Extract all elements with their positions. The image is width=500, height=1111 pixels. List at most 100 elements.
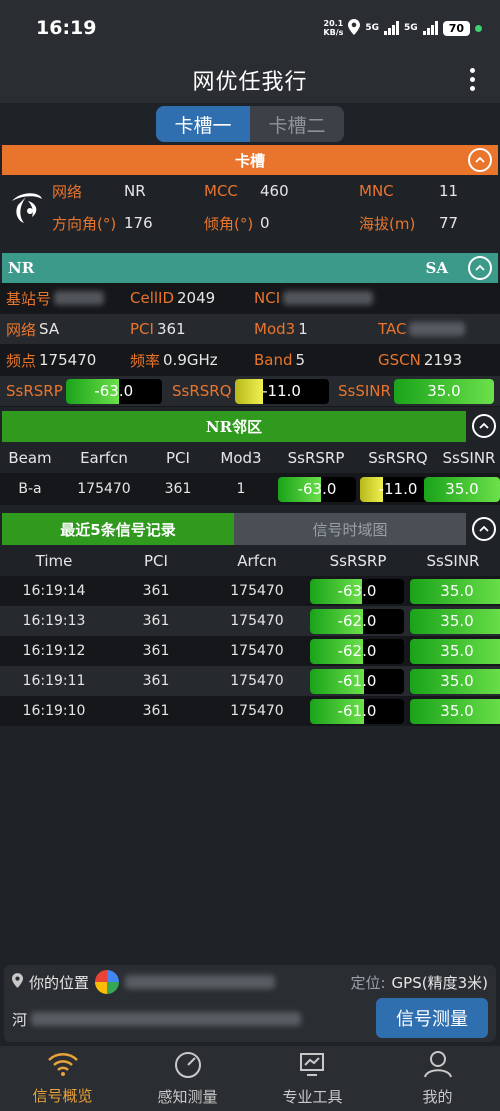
record-row[interactable]: 16:19:14 361 175470 -63.0 35.0 <box>0 576 500 606</box>
tab-sim2[interactable]: 卡槽二 <box>250 106 344 142</box>
card-section-title: 卡槽 <box>234 151 265 170</box>
earfcn-value: 175470 <box>39 351 97 369</box>
rsrq-meter: -11.0 <box>234 378 329 404</box>
record-sinr-value: 35.0 <box>440 582 474 600</box>
record-rsrp-value: -61.0 <box>337 672 377 690</box>
neighbor-rsrp-value: -63.0 <box>297 480 337 498</box>
network-type-1: 5G <box>365 23 380 33</box>
tab-sim1[interactable]: 卡槽一 <box>156 106 250 142</box>
neighbor-pci: 361 <box>164 481 192 497</box>
record-time: 16:19:13 <box>22 613 86 629</box>
col-time: Time <box>35 551 73 570</box>
position-label: 定位: <box>350 973 386 992</box>
nci-label: NCI <box>254 289 281 307</box>
col-arfcn: Arfcn <box>237 551 277 570</box>
record-rsrp-value: -63.0 <box>337 582 377 600</box>
record-rsrp-meter: -61.0 <box>310 668 404 694</box>
signal-bars-icon <box>384 21 400 35</box>
neighbor-row[interactable]: B-a 175470 361 1 -63.0 -11.0 35.0 <box>0 473 500 505</box>
record-arfcn: 175470 <box>230 583 284 599</box>
neighbor-sinr-value: 35.0 <box>445 480 479 498</box>
collapse-nr-icon[interactable] <box>468 256 492 280</box>
status-bar: 16:19 20.1 KB/s 5G 5G 70 <box>0 0 500 56</box>
record-row[interactable]: 16:19:10 361 175470 -61.0 35.0 <box>0 696 500 726</box>
location-pin-icon <box>348 18 361 38</box>
card-section-header: 卡槽 <box>2 145 498 175</box>
mod3-label: Mod3 <box>254 320 296 338</box>
collapse-neighbors-icon[interactable] <box>472 414 496 438</box>
record-pci: 361 <box>142 703 170 719</box>
record-arfcn: 175470 <box>230 613 284 629</box>
address-redacted <box>31 1012 302 1026</box>
station-value-redacted <box>54 291 105 305</box>
location-panel: 你的位置 定位: GPS(精度3米) 河 信号测量 <box>4 965 496 1042</box>
band-value: 5 <box>295 351 306 369</box>
record-rsrp-meter: -62.0 <box>310 608 404 634</box>
nr-row-ids: 基站号 CellID 2049 NCI <box>0 283 500 314</box>
carrier-info: 网络 NR MCC 460 MNC 11 方向角(°) 176 倾角(°) 0 … <box>0 175 500 239</box>
neighbors-table-header: Beam Earfcn PCI Mod3 SsRSRP SsRSRQ SsSIN… <box>0 442 500 473</box>
record-sinr-meter: 35.0 <box>410 638 500 664</box>
network-value: NR <box>124 182 146 200</box>
nci-value-redacted <box>283 291 374 305</box>
battery-icon: 70 <box>442 20 470 36</box>
collapse-records-icon[interactable] <box>472 517 496 541</box>
tac-label: TAC <box>378 320 407 338</box>
nav-signal-overview[interactable]: 信号概览 <box>0 1046 125 1111</box>
tab-recent-records[interactable]: 最近5条信号记录 <box>2 513 234 545</box>
sinr-meter: 35.0 <box>393 378 494 404</box>
col-beam: Beam <box>8 448 52 467</box>
altitude-label: 海拔(m) <box>359 214 416 233</box>
col-record-rsrp: SsRSRP <box>329 551 387 570</box>
record-row[interactable]: 16:19:11 361 175470 -61.0 35.0 <box>0 666 500 696</box>
record-arfcn: 175470 <box>230 643 284 659</box>
nav-pro-tools[interactable]: 专业工具 <box>250 1046 375 1111</box>
record-row[interactable]: 16:19:12 361 175470 -62.0 35.0 <box>0 636 500 666</box>
record-pci: 361 <box>142 613 170 629</box>
mcc-label: MCC <box>204 182 238 200</box>
sim-selector: 卡槽一 卡槽二 <box>0 103 500 145</box>
record-row[interactable]: 16:19:13 361 175470 -62.0 35.0 <box>0 606 500 636</box>
signal-measure-button[interactable]: 信号测量 <box>376 998 488 1038</box>
record-arfcn: 175470 <box>230 673 284 689</box>
record-time: 16:19:14 <box>22 583 86 599</box>
mod3-value: 1 <box>298 320 308 338</box>
record-sinr-value: 35.0 <box>440 672 474 690</box>
tac-value-redacted <box>409 322 466 336</box>
record-time: 16:19:11 <box>22 673 86 689</box>
app-bar: 网优任我行 <box>0 56 500 103</box>
earfcn-label: 频点 <box>6 351 37 370</box>
col-pci: PCI <box>166 448 190 467</box>
col-mod3: Mod3 <box>220 448 262 467</box>
tilt-value: 0 <box>260 214 270 232</box>
record-pci: 361 <box>142 583 170 599</box>
record-rsrp-value: -62.0 <box>337 642 377 660</box>
record-rsrp-value: -62.0 <box>337 612 377 630</box>
location-pin-icon <box>12 972 23 992</box>
address-prefix: 河 <box>12 1010 28 1029</box>
rsrp-value: -63.0 <box>94 382 134 400</box>
nr-row-signal: SsRSRP -63.0 SsRSRQ -11.0 SsSINR 35.0 <box>0 376 500 407</box>
record-sinr-value: 35.0 <box>440 642 474 660</box>
google-maps-icon[interactable] <box>95 970 120 994</box>
china-telecom-logo <box>0 175 52 239</box>
sa-label: SA <box>425 259 448 277</box>
mcc-value: 460 <box>260 182 289 200</box>
nav-perception-test[interactable]: 感知测量 <box>125 1046 250 1111</box>
nav-me[interactable]: 我的 <box>375 1046 500 1111</box>
rsrq-label: SsRSRQ <box>172 382 232 400</box>
tab-signal-timeline[interactable]: 信号时域图 <box>234 513 466 545</box>
privacy-dot-icon <box>475 24 482 32</box>
pci-value: 361 <box>156 320 186 338</box>
neighbor-sinr-meter: 35.0 <box>424 476 500 502</box>
collapse-card-icon[interactable] <box>468 148 492 172</box>
gscn-value: 2193 <box>423 351 463 369</box>
nr-row-network: 网络 SA PCI 361 Mod3 1 TAC <box>0 314 500 345</box>
record-sinr-value: 35.0 <box>440 612 474 630</box>
more-menu-icon[interactable] <box>470 68 476 95</box>
record-sinr-meter: 35.0 <box>410 698 500 724</box>
neighbors-section-header: NR邻区 <box>2 411 496 442</box>
position-value: GPS(精度3米) <box>391 973 488 992</box>
record-time: 16:19:10 <box>22 703 86 719</box>
col-record-sinr: SsSINR <box>426 551 480 570</box>
